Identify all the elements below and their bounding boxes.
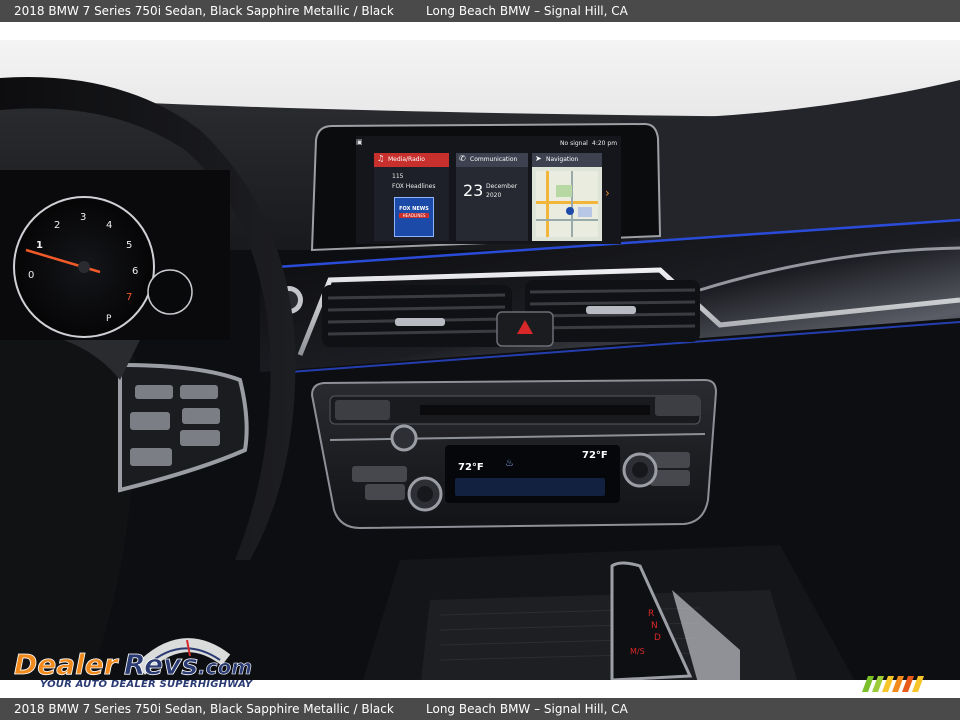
- right-temp-readout: 72°F: [582, 450, 608, 461]
- tile-nav-header: ➤ Navigation: [532, 153, 602, 167]
- dial-number-2: 2: [54, 220, 61, 231]
- gear-indicator: P: [106, 314, 112, 324]
- clock: 4:20 pm: [592, 140, 618, 147]
- caption-color-bottom: Black Sapphire Metallic / Black: [210, 702, 394, 716]
- menu-icon: ▣: [356, 138, 363, 146]
- seat-heat-icon: ♨: [505, 458, 514, 469]
- tile-comm-header: ✆ Communication: [456, 153, 528, 167]
- gear-shifter[interactable]: R N D M/S: [630, 605, 670, 665]
- svg-text:Revs: Revs: [124, 648, 198, 681]
- station-logo-bottom: HEADLINES: [399, 213, 429, 218]
- caption-bar-bottom: 2018 BMW 7 Series 750i Sedan, Black Sapp…: [0, 698, 960, 720]
- tile-media-header: ♫ Media/Radio: [374, 153, 449, 167]
- idrive-screen[interactable]: ▣ No signal 4:20 pm ♫ Media/Radio 115 FO…: [356, 136, 621, 244]
- shifter-r: R: [648, 609, 655, 619]
- dial-number-5: 5: [126, 240, 133, 251]
- nav-map: [536, 171, 598, 237]
- interior-photo: ▣ No signal 4:20 pm ♫ Media/Radio 115 FO…: [0, 40, 960, 680]
- tile-comm-month: December: [486, 183, 518, 190]
- screen-next-arrow-icon[interactable]: ›: [605, 186, 610, 200]
- tile-media-radio[interactable]: ♫ Media/Radio 115 FOX Headlines FOX NEWS…: [374, 153, 449, 241]
- dial-number-3: 3: [80, 212, 87, 223]
- tile-comm-year: 2020: [486, 192, 502, 199]
- tile-media-channel: 115: [392, 173, 404, 180]
- caption-color: Black Sapphire Metallic / Black: [210, 4, 394, 18]
- svg-text:Dealer: Dealer: [14, 648, 120, 681]
- dial-number-6: 6: [132, 266, 139, 277]
- caption-vehicle-bottom: 2018 BMW 7 Series 750i Sedan,: [14, 702, 207, 716]
- station-logo: FOX NEWS HEADLINES: [394, 197, 434, 237]
- dial-number-7: 7: [126, 292, 133, 303]
- shifter-n: N: [651, 621, 658, 631]
- caption-dealer-bottom: Long Beach BMW – Signal Hill, CA: [426, 702, 628, 716]
- dial-number-0: 0: [28, 270, 35, 281]
- dial-number-4: 4: [106, 220, 113, 231]
- svg-text:.com: .com: [198, 655, 252, 679]
- nav-icon: ➤: [535, 154, 542, 163]
- music-note-icon: ♫: [377, 154, 385, 163]
- tile-comm-day: 23: [463, 181, 484, 200]
- speedometer-dial: 0 1 2 3 4 5 6 7 P: [14, 196, 154, 336]
- tile-nav-title: Navigation: [546, 156, 579, 163]
- tile-navigation[interactable]: ➤ Navigation: [532, 153, 602, 241]
- phone-icon: ✆: [459, 154, 466, 163]
- stripes-logo: [862, 676, 924, 692]
- dial-number-1: 1: [36, 240, 43, 251]
- signal-status: No signal: [560, 140, 588, 147]
- station-logo-top: FOX NEWS: [399, 206, 429, 212]
- caption-vehicle: 2018 BMW 7 Series 750i Sedan,: [14, 4, 207, 18]
- shifter-mode: M/S: [630, 647, 645, 656]
- caption-dealer: Long Beach BMW – Signal Hill, CA: [426, 4, 628, 18]
- tile-comm-title: Communication: [470, 156, 518, 163]
- caption-bar-top: 2018 BMW 7 Series 750i Sedan, Black Sapp…: [0, 0, 960, 22]
- dealerrevs-tagline: YOUR AUTO DEALER SUPERHIGHWAY: [40, 679, 253, 690]
- left-temp-readout: 72°F: [458, 462, 484, 473]
- tile-communication[interactable]: ✆ Communication 23 December 2020: [456, 153, 528, 241]
- tile-media-title: Media/Radio: [388, 156, 425, 163]
- shifter-d: D: [654, 633, 661, 643]
- tile-media-station: FOX Headlines: [392, 183, 436, 190]
- screen-status-bar: ▣ No signal 4:20 pm: [356, 136, 621, 152]
